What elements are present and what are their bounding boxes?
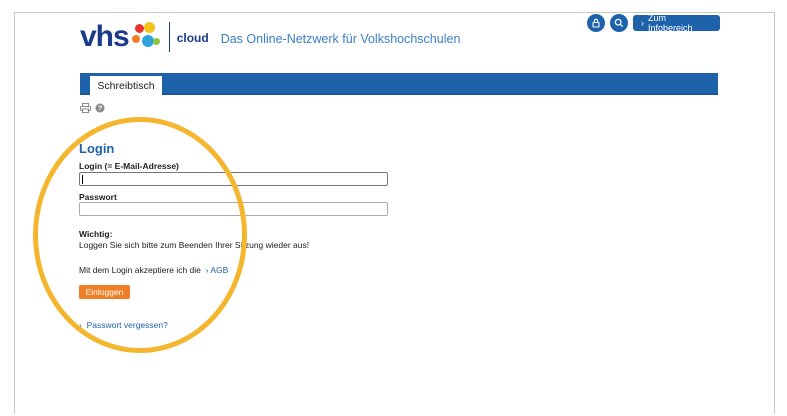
help-icon[interactable]: ?	[95, 100, 105, 118]
lock-icon[interactable]	[587, 14, 605, 32]
top-actions: › Zum Infobereich	[587, 13, 720, 33]
notice-heading: Wichtig:	[79, 229, 113, 239]
logo-product: cloud	[176, 31, 209, 45]
email-field[interactable]	[79, 172, 388, 186]
infobereich-label: Zum Infobereich	[648, 13, 693, 33]
logo-wordmark: vhs	[80, 20, 130, 53]
logo-divider	[168, 22, 170, 52]
logo-dots-icon	[131, 22, 161, 50]
forgot-password-link[interactable]: Passwort vergessen?	[87, 320, 168, 330]
login-heading: Login	[79, 141, 115, 156]
svg-text:?: ?	[98, 104, 103, 113]
password-label: Passwort	[79, 192, 117, 202]
chevron-right-icon: ›	[203, 265, 209, 275]
forgot-password: › Passwort vergessen?	[79, 320, 168, 330]
chevron-right-icon: ›	[641, 18, 644, 28]
login-button[interactable]: Einloggen	[79, 285, 130, 299]
terms-text: Mit dem Login akzeptiere ich die	[79, 265, 201, 275]
infobereich-button[interactable]: › Zum Infobereich	[633, 13, 720, 33]
text-caret	[82, 175, 83, 184]
chevron-right-icon: ›	[79, 320, 85, 330]
search-icon[interactable]	[610, 14, 628, 32]
logo-tagline: Das Online-Netzwerk für Volkshochschulen	[220, 32, 461, 46]
page-tools: ?	[80, 100, 105, 118]
agb-link[interactable]: AGB	[210, 265, 228, 275]
terms-line: Mit dem Login akzeptiere ich die › AGB	[79, 265, 228, 275]
print-icon[interactable]	[80, 100, 91, 118]
vhs-logo[interactable]: vhs cloud Das Online-Netzwerk für Volksh…	[80, 22, 460, 52]
notice-text: Loggen Sie sich bitte zum Beenden Ihrer …	[79, 240, 310, 250]
password-field[interactable]	[79, 202, 388, 216]
tab-schreibtisch[interactable]: Schreibtisch	[90, 76, 162, 95]
main-nav: Schreibtisch	[80, 73, 718, 95]
email-label: Login (= E-Mail-Adresse)	[79, 161, 179, 171]
